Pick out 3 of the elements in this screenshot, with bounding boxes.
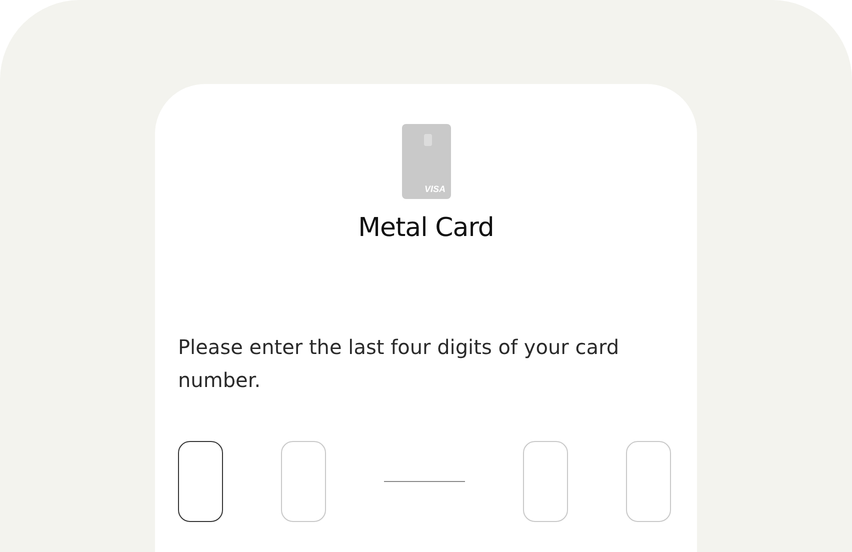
- digit-field[interactable]: [178, 441, 223, 522]
- card-title: Metal Card: [358, 213, 494, 243]
- instruction-text: Please enter the last four digits of your card number.: [178, 334, 620, 394]
